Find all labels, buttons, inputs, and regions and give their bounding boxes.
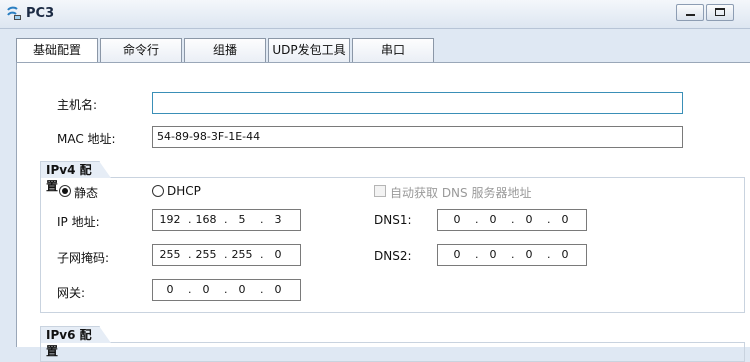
tab-serial-port[interactable]: 串口 [352,38,434,63]
ip-dot: . [188,248,192,261]
ip-dot: . [224,283,228,296]
dns2-octet-1: 0 [453,248,461,261]
static-label: 静态 [74,186,99,200]
ip-dot: . [547,248,551,261]
ip-dot: . [547,213,551,226]
title-bar: PC3 [0,0,750,29]
ip-octet-1: 192 [159,213,181,226]
dns1-field[interactable]: 0 . 0 . 0 . 0 [437,209,587,231]
dns1-label: DNS1: [374,213,412,227]
hostname-input[interactable] [152,92,683,114]
dns1-octet-2: 0 [489,213,497,226]
tab-udp-tool[interactable]: UDP发包工具 [268,38,350,63]
dhcp-radio[interactable] [152,185,164,197]
ip-octet-3: 5 [238,213,246,226]
dns2-octet-2: 0 [489,248,497,261]
gateway-label: 网关: [57,286,86,300]
subnet-mask-label: 子网掩码: [57,251,110,265]
ip-address-field[interactable]: 192 . 168 . 5 . 3 [152,209,301,231]
ip-dot: . [188,283,192,296]
maximize-button[interactable] [706,4,734,21]
auto-dns-label: 自动获取 DNS 服务器地址 [390,186,532,200]
dns2-octet-3: 0 [525,248,533,261]
ip-dot: . [260,248,264,261]
subnet-mask-field[interactable]: 255 . 255 . 255 . 0 [152,244,301,266]
gateway-octet-3: 0 [238,283,246,296]
ip-dot: . [224,248,228,261]
ip-octet-2: 168 [195,213,217,226]
tab-basic-config[interactable]: 基础配置 [16,38,98,64]
ip-dot: . [511,248,515,261]
dns2-label: DNS2: [374,249,412,263]
ip-dot: . [260,283,264,296]
ipv4-group-title: IPv4 配置 [40,161,111,193]
mac-address-field[interactable]: 54-89-98-3F-1E-44 [152,126,683,148]
mask-octet-1: 255 [159,248,181,261]
dns2-field[interactable]: 0 . 0 . 0 . 0 [437,244,587,266]
ipv6-group [40,342,745,362]
pc-app-icon [7,6,21,20]
hostname-label: 主机名: [57,98,98,112]
gateway-field[interactable]: 0 . 0 . 0 . 0 [152,279,301,301]
ip-dot: . [475,213,479,226]
gateway-octet-4: 0 [274,283,282,296]
static-radio[interactable] [59,185,71,197]
ip-address-label: IP 地址: [57,215,100,229]
gateway-octet-1: 0 [166,283,174,296]
tab-command-line[interactable]: 命令行 [100,38,182,63]
mask-octet-4: 0 [274,248,282,261]
ipv6-group-title: IPv6 配置 [40,326,111,358]
ip-dot: . [188,213,192,226]
dns2-octet-4: 0 [561,248,569,261]
ip-dot: . [224,213,228,226]
mask-octet-3: 255 [231,248,253,261]
auto-dns-checkbox[interactable] [374,185,386,197]
dns1-octet-4: 0 [561,213,569,226]
tab-multicast[interactable]: 组播 [184,38,266,63]
tab-bar: 基础配置 命令行 组播 UDP发包工具 串口 [0,29,750,64]
mac-label: MAC 地址: [57,132,116,146]
minimize-icon [686,14,695,16]
ip-octet-4: 3 [274,213,282,226]
ip-dot: . [475,248,479,261]
dns1-octet-1: 0 [453,213,461,226]
gateway-octet-2: 0 [202,283,210,296]
window-title: PC3 [26,6,55,21]
dhcp-label: DHCP [167,184,201,198]
ip-dot: . [260,213,264,226]
dns1-octet-3: 0 [525,213,533,226]
minimize-button[interactable] [676,4,704,21]
ip-dot: . [511,213,515,226]
mask-octet-2: 255 [195,248,217,261]
maximize-icon [715,8,725,16]
